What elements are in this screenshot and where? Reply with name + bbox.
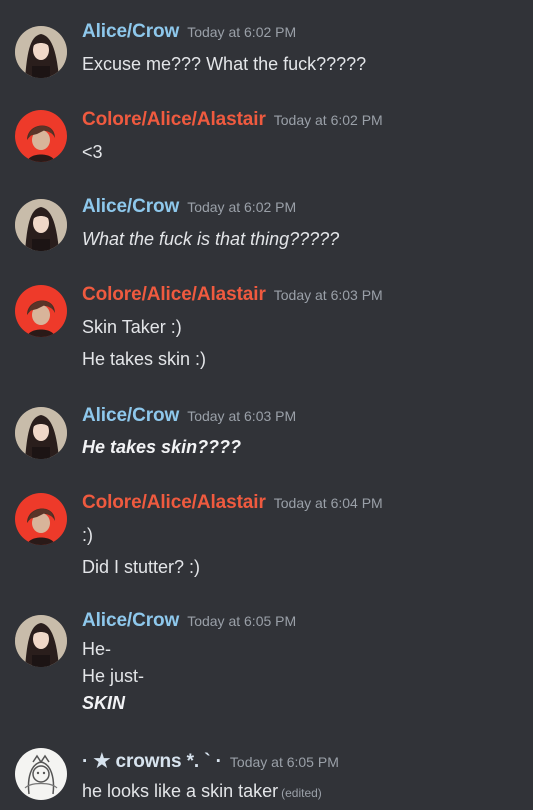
- username[interactable]: Colore/Alice/Alastair: [82, 492, 266, 513]
- message-header: Colore/Alice/Alastair Today at 6:04 PM: [82, 492, 383, 514]
- username[interactable]: Alice/Crow: [82, 21, 179, 42]
- message-crowns-1: · ★ crowns *. ` · Today at 6:05 PM he loo…: [0, 744, 533, 810]
- message-header: Alice/Crow Today at 6:03 PM: [82, 405, 296, 427]
- colore-avatar[interactable]: [15, 493, 67, 545]
- message-text: Skin Taker :): [82, 317, 182, 337]
- timestamp: Today at 6:02 PM: [187, 24, 297, 40]
- timestamp: Today at 6:03 PM: [273, 287, 383, 303]
- message-text: :): [82, 525, 93, 545]
- message-text: Excuse me??? What the fuck?????: [82, 54, 367, 74]
- crowns-avatar[interactable]: [15, 748, 67, 800]
- message-colore-3: Colore/Alice/Alastair Today at 6:04 PM :)…: [0, 489, 533, 589]
- message-text: <3: [82, 142, 103, 162]
- message-alice-4: Alice/Crow Today at 6:05 PM He- He just- …: [0, 607, 533, 722]
- alice-avatar[interactable]: [15, 615, 67, 667]
- username[interactable]: Colore/Alice/Alastair: [82, 109, 266, 130]
- message-header: Alice/Crow Today at 6:05 PM: [82, 610, 296, 632]
- timestamp: Today at 6:03 PM: [187, 408, 297, 424]
- message-header: Alice/Crow Today at 6:02 PM: [82, 21, 296, 43]
- username[interactable]: Colore/Alice/Alastair: [82, 284, 266, 305]
- message-header: Colore/Alice/Alastair Today at 6:02 PM: [82, 109, 383, 131]
- message-header: Colore/Alice/Alastair Today at 6:03 PM: [82, 284, 383, 306]
- colore-avatar[interactable]: [15, 110, 67, 162]
- message-header: · ★ crowns *. ` · Today at 6:05 PM: [82, 750, 339, 773]
- message-text: He takes skin :): [82, 349, 207, 369]
- message-alice-3: Alice/Crow Today at 6:03 PM He takes skin…: [0, 402, 533, 472]
- message-text: Did I stutter? :): [82, 557, 201, 577]
- message-colore-2: Colore/Alice/Alastair Today at 6:03 PM Sk…: [0, 281, 533, 381]
- username[interactable]: Alice/Crow: [82, 405, 179, 426]
- alice-avatar[interactable]: [15, 199, 67, 251]
- message-header: Alice/Crow Today at 6:02 PM: [82, 196, 296, 218]
- timestamp: Today at 6:04 PM: [273, 495, 383, 511]
- message-text: SKIN: [82, 693, 126, 713]
- message-text-content: he looks like a skin taker: [82, 781, 279, 801]
- message-text: he looks like a skin taker (edited): [82, 781, 322, 802]
- username[interactable]: · ★ crowns *. ` ·: [82, 751, 222, 772]
- message-alice-1: Alice/Crow Today at 6:02 PM Excuse me??? …: [0, 18, 533, 88]
- alice-avatar[interactable]: [15, 407, 67, 459]
- edited-label: (edited): [281, 786, 322, 800]
- timestamp: Today at 6:02 PM: [273, 112, 383, 128]
- alice-avatar[interactable]: [15, 26, 67, 78]
- message-text: He takes skin????: [82, 437, 242, 457]
- message-colore-1: Colore/Alice/Alastair Today at 6:02 PM <3: [0, 106, 533, 176]
- message-alice-2: Alice/Crow Today at 6:02 PM What the fuck…: [0, 193, 533, 263]
- timestamp: Today at 6:05 PM: [187, 613, 297, 629]
- colore-avatar[interactable]: [15, 285, 67, 337]
- timestamp: Today at 6:05 PM: [229, 754, 339, 770]
- message-text: He just-: [82, 666, 145, 686]
- timestamp: Today at 6:02 PM: [187, 199, 297, 215]
- username[interactable]: Alice/Crow: [82, 610, 179, 631]
- message-text: What the fuck is that thing?????: [82, 229, 340, 249]
- message-text: He-: [82, 639, 112, 659]
- username[interactable]: Alice/Crow: [82, 196, 179, 217]
